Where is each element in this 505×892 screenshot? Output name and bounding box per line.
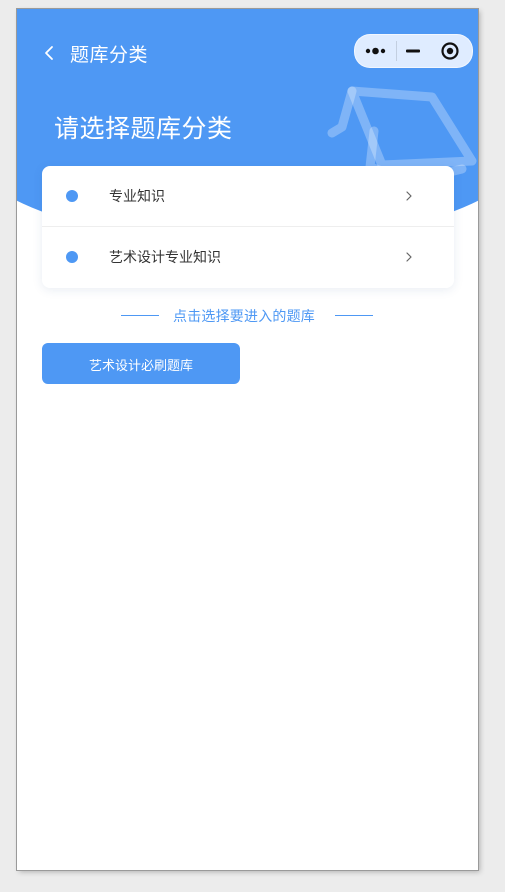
- chevron-right-icon: [406, 252, 412, 262]
- section-divider: 点击选择要进入的题库: [17, 305, 478, 325]
- navigation-bar: 题库分类: [17, 9, 478, 97]
- more-dots-icon[interactable]: [355, 35, 396, 67]
- divider-line-left: [121, 315, 159, 316]
- question-bank-label: 艺术设计必刷题库: [88, 359, 193, 374]
- close-target-icon[interactable]: [433, 35, 472, 67]
- phone-screen: 题库分类 请选择题库分类 专业知识 艺术设计专业知识 点击选择要进入的题库 艺术…: [17, 9, 478, 870]
- nav-title: 题库分类: [70, 44, 149, 66]
- category-label: 专业知识: [109, 189, 165, 205]
- chevron-left-icon[interactable]: [41, 44, 59, 62]
- minimize-icon[interactable]: [397, 35, 431, 67]
- bullet-dot-icon: [66, 251, 78, 263]
- question-bank-button[interactable]: 艺术设计必刷题库: [42, 343, 240, 384]
- category-item-professional-knowledge[interactable]: 专业知识: [42, 166, 454, 227]
- bullet-dot-icon: [66, 190, 78, 202]
- category-card: 专业知识 艺术设计专业知识: [42, 166, 454, 288]
- category-label: 艺术设计专业知识: [109, 250, 221, 266]
- category-item-art-design-knowledge[interactable]: 艺术设计专业知识: [42, 227, 454, 288]
- divider-line-right: [335, 315, 373, 316]
- divider-hint-text: 点击选择要进入的题库: [173, 309, 315, 325]
- chevron-right-icon: [406, 191, 412, 201]
- mini-program-capsule: [354, 34, 473, 68]
- page-title: 请选择题库分类: [54, 114, 233, 143]
